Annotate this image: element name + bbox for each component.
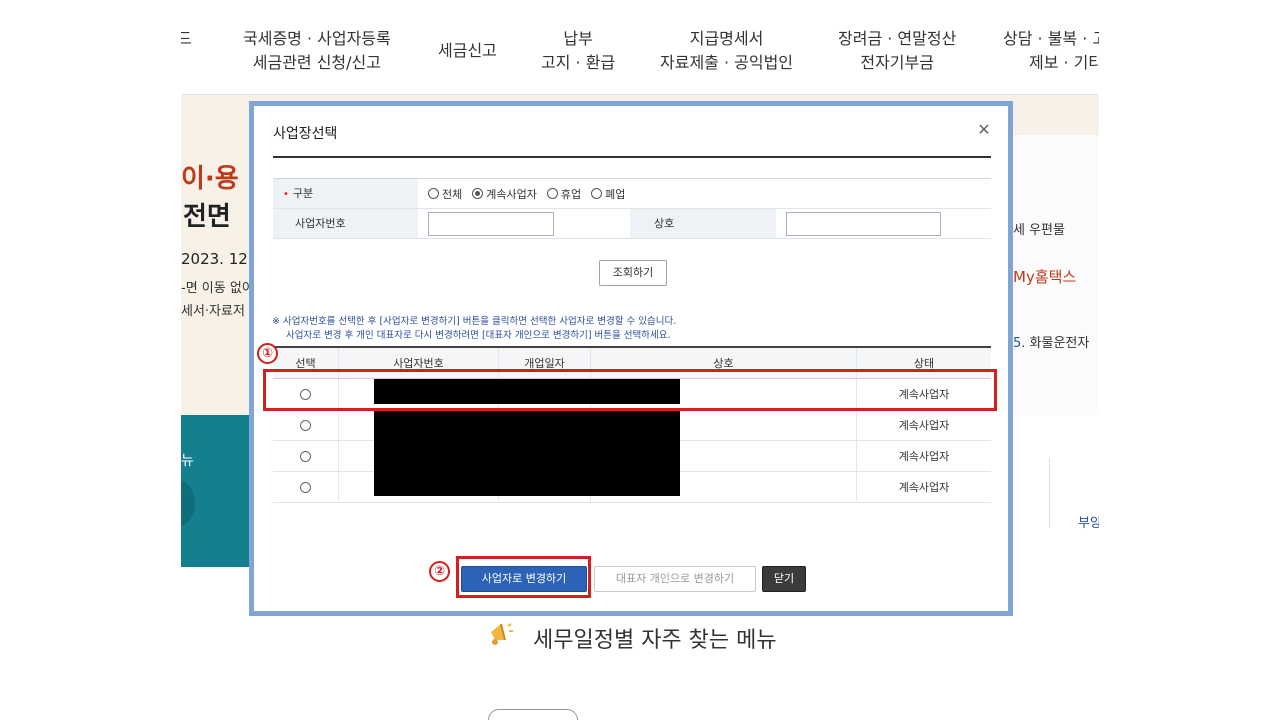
select-cell — [273, 410, 339, 440]
nav-item-line1: 장려금 · 연말정산 — [838, 29, 957, 48]
type-label: • 구분 — [273, 179, 418, 208]
nav-item-line2: 세금관련 신청/신고 — [252, 53, 381, 72]
type-row: • 구분 전체 계속사업자 휴업 폐업 — [273, 179, 991, 209]
annotation-marker-1: ① — [257, 343, 278, 364]
nav-item-line1: 지급명세서 — [689, 29, 764, 48]
status-cell: 계속사업자 — [898, 481, 950, 494]
nav-item-line2: 고지 · 환급 — [541, 53, 616, 72]
annotation-box-row — [263, 369, 997, 411]
nav-item-0[interactable]: 드 — [181, 27, 192, 51]
radio-closed[interactable]: 폐업 — [591, 186, 625, 202]
radio-label: 휴업 — [560, 187, 582, 201]
radio-label: 전체 — [442, 187, 463, 201]
nav-item-certificates[interactable]: 국세증명 · 사업자등록 세금관련 신청/신고 — [243, 27, 391, 75]
nav-item-line2: 전자기부금 — [860, 53, 934, 72]
right-bottom-link[interactable]: 부양 — [1078, 512, 1099, 531]
bizno-row: 사업자번호 상호 — [273, 209, 991, 239]
nav-item-payment-statement[interactable]: 지급명세서 자료제출 · 공익법인 — [660, 27, 793, 75]
banner-headline-1: 이·용 — [181, 164, 239, 194]
radio-circle[interactable] — [591, 188, 603, 199]
radio-circle[interactable] — [546, 188, 558, 199]
status-cell: 계속사업자 — [898, 419, 950, 432]
company-input[interactable] — [786, 212, 941, 236]
partial-pill-button[interactable] — [488, 709, 578, 720]
company-label: 상호 — [630, 209, 776, 238]
nav-item-line1: 세금신고 — [438, 41, 497, 60]
type-radio-group: 전체 계속사업자 휴업 폐업 — [428, 179, 635, 208]
teal-menu-text: 뉴 — [181, 453, 194, 469]
right-link-myhometax[interactable]: My홈택스 — [1013, 266, 1076, 287]
banner-headline-2: 전면 — [183, 202, 231, 232]
business-select-modal-frame: 사업장선택 ✕ • 구분 전체 계속사업자 휴업 폐업 사업자번호 상호 조회하… — [249, 101, 1013, 616]
type-label-text: 구분 — [292, 187, 314, 200]
notice-line-2: 사업자로 변경 후 개인 대표자로 다시 변경하려면 [대표자 개인으로 변경하… — [286, 330, 671, 341]
right-link-freight[interactable]: 5. 화물운전자 — [1013, 332, 1089, 351]
bizno-label: 사업자번호 — [273, 209, 418, 238]
select-cell — [273, 472, 339, 502]
notice-text: ※ 사업자번호를 선택한 후 [사업자로 변경하기] 버튼을 클릭하면 선택한 … — [272, 315, 676, 343]
row-radio[interactable] — [300, 450, 311, 462]
annotation-box-button — [456, 556, 591, 598]
redaction-block — [374, 411, 680, 496]
close-button[interactable]: 닫기 — [762, 566, 806, 592]
business-select-modal: 사업장선택 ✕ • 구분 전체 계속사업자 휴업 폐업 사업자번호 상호 조회하… — [254, 106, 1008, 611]
row-radio[interactable] — [300, 419, 311, 431]
close-icon[interactable]: ✕ — [975, 121, 993, 139]
notice-line-1: ※ 사업자번호를 선택한 후 [사업자로 변경하기] 버튼을 클릭하면 선택한 … — [272, 316, 677, 327]
nav-item-line2: 드 — [181, 29, 192, 48]
nav-item-consulting[interactable]: 상담 · 불복 · 고 제보 · 기타 — [1003, 27, 1099, 75]
nav-item-line1: 납부 — [563, 29, 593, 48]
banner-sub-2: 세서·자료저 — [181, 304, 245, 319]
nav-item-line2: 제보 · 기타 — [1028, 53, 1099, 72]
nav-item-line2: 자료제출 · 공익법인 — [660, 53, 794, 72]
radio-circle[interactable] — [428, 188, 439, 199]
bottom-partial-row — [181, 700, 1099, 720]
radio-all[interactable]: 전체 — [428, 186, 462, 202]
modal-title: 사업장선택 — [273, 126, 338, 142]
radio-label: 폐업 — [605, 187, 626, 201]
select-cell — [273, 441, 339, 471]
required-mark: • — [283, 189, 289, 200]
title-divider — [273, 156, 991, 158]
nav-item-line1: 국세증명 · 사업자등록 — [243, 29, 391, 48]
nav-item-tax-filing[interactable]: 세금신고 — [438, 39, 497, 63]
banner-date: 2023. 12. — [181, 250, 253, 268]
bizno-input[interactable] — [428, 212, 554, 236]
radio-label: 계속사업자 — [486, 187, 537, 201]
right-link-freight-label: 화물운전자 — [1029, 336, 1090, 351]
banner-sub-1: -면 이동 없이 — [181, 281, 254, 296]
nav-item-payment[interactable]: 납부 고지 · 환급 — [541, 27, 615, 75]
change-to-personal-button[interactable]: 대표자 개인으로 변경하기 — [594, 566, 756, 592]
megaphone-icon — [491, 623, 513, 645]
frequent-menu-title: 세무일정별 자주 찾는 메뉴 — [533, 628, 777, 653]
top-navigation: 드 국세증명 · 사업자등록 세금관련 신청/신고 세금신고 납부 고지 · 환… — [181, 0, 1099, 95]
radio-continuing[interactable]: 계속사업자 — [472, 186, 537, 202]
row-radio[interactable] — [300, 481, 311, 493]
radio-suspended[interactable]: 휴업 — [546, 186, 582, 202]
search-button[interactable]: 조회하기 — [599, 260, 667, 286]
search-form: • 구분 전체 계속사업자 휴업 폐업 사업자번호 상호 — [273, 178, 991, 239]
right-link-mail[interactable]: 세 우편물 — [1013, 219, 1065, 238]
nav-item-line1: 상담 · 불복 · 고 — [1003, 29, 1099, 48]
divider — [1049, 458, 1050, 528]
radio-circle-checked[interactable] — [472, 188, 484, 199]
annotation-marker-2: ② — [429, 561, 450, 582]
status-cell: 계속사업자 — [898, 450, 950, 463]
nav-item-incentive[interactable]: 장려금 · 연말정산 전자기부금 — [838, 27, 956, 75]
